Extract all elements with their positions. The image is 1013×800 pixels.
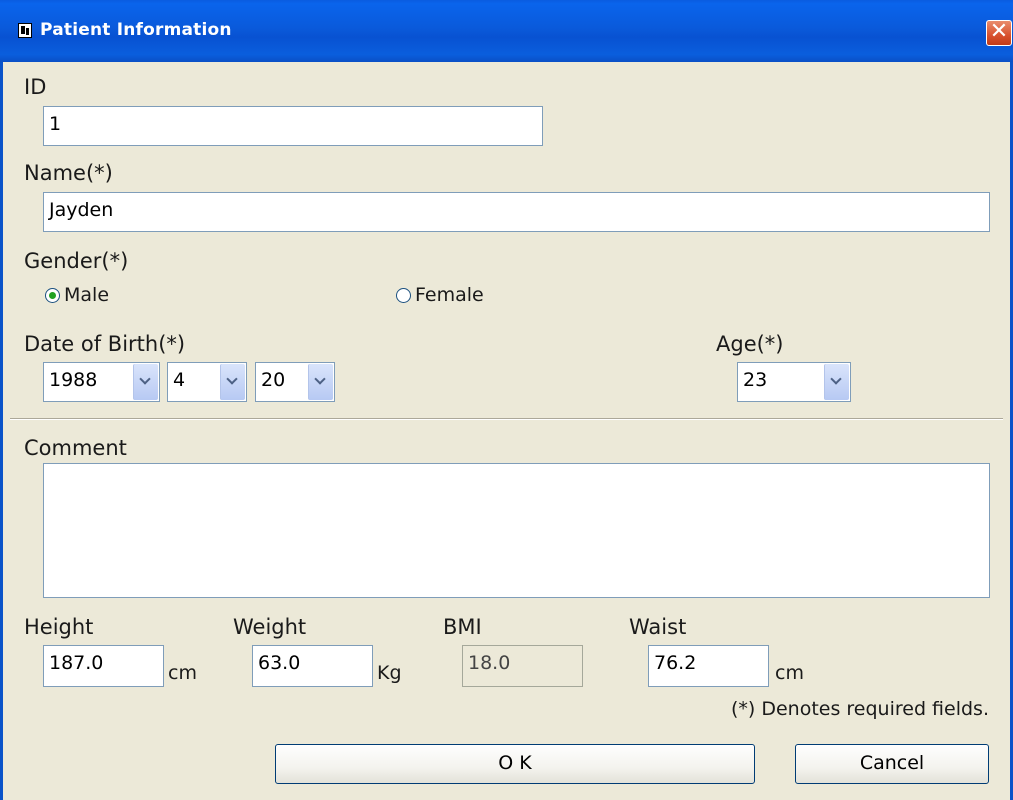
- gender-label: Gender(*): [24, 249, 129, 273]
- title-bar[interactable]: Patient Information ✕: [0, 0, 1013, 62]
- bmi-label: BMI: [443, 615, 482, 639]
- height-field[interactable]: 187.0: [43, 645, 164, 687]
- window-title: Patient Information: [40, 20, 232, 40]
- female-radio-label[interactable]: Female: [415, 284, 484, 306]
- chevron-down-icon[interactable]: [824, 364, 849, 400]
- dob-month-value: 4: [173, 369, 186, 391]
- name-field[interactable]: Jayden: [43, 192, 990, 232]
- chevron-down-icon[interactable]: [133, 364, 158, 400]
- name-label: Name(*): [24, 161, 113, 185]
- female-radio[interactable]: [396, 288, 411, 303]
- close-button[interactable]: ✕: [986, 20, 1012, 46]
- weight-unit: Kg: [377, 662, 402, 684]
- age-value: 23: [743, 369, 768, 391]
- weight-label: Weight: [233, 615, 307, 639]
- ok-button[interactable]: O K: [275, 744, 755, 784]
- chevron-down-icon[interactable]: [308, 364, 333, 400]
- waist-field[interactable]: 76.2: [648, 645, 769, 687]
- dob-month-select[interactable]: 4: [167, 362, 247, 402]
- section-separator: [10, 418, 1003, 420]
- dob-label: Date of Birth(*): [24, 332, 186, 356]
- window-frame-left: [0, 62, 3, 800]
- bmi-field: 18.0: [462, 645, 583, 687]
- male-radio-label[interactable]: Male: [64, 284, 109, 306]
- age-label: Age(*): [716, 332, 784, 356]
- height-label: Height: [24, 615, 94, 639]
- patient-app-icon: [18, 23, 32, 38]
- waist-label: Waist: [629, 615, 687, 639]
- required-fields-note: (*) Denotes required fields.: [730, 698, 989, 720]
- comment-textarea[interactable]: [43, 463, 990, 598]
- patient-information-dialog: Patient Information ✕ ID 1 Name(*) Jayde…: [0, 0, 1013, 800]
- dob-day-select[interactable]: 20: [255, 362, 335, 402]
- dob-day-value: 20: [261, 369, 286, 391]
- dob-year-value: 1988: [49, 369, 98, 391]
- height-unit: cm: [168, 662, 197, 684]
- id-field[interactable]: 1: [43, 106, 543, 146]
- cancel-button[interactable]: Cancel: [795, 744, 989, 784]
- dob-year-select[interactable]: 1988: [43, 362, 160, 402]
- age-select[interactable]: 23: [737, 362, 851, 402]
- comment-label: Comment: [24, 436, 127, 460]
- male-radio[interactable]: [45, 288, 60, 303]
- chevron-down-icon[interactable]: [220, 364, 245, 400]
- waist-unit: cm: [775, 662, 804, 684]
- id-label: ID: [24, 75, 47, 99]
- close-icon: ✕: [989, 19, 1009, 44]
- weight-field[interactable]: 63.0: [252, 645, 373, 687]
